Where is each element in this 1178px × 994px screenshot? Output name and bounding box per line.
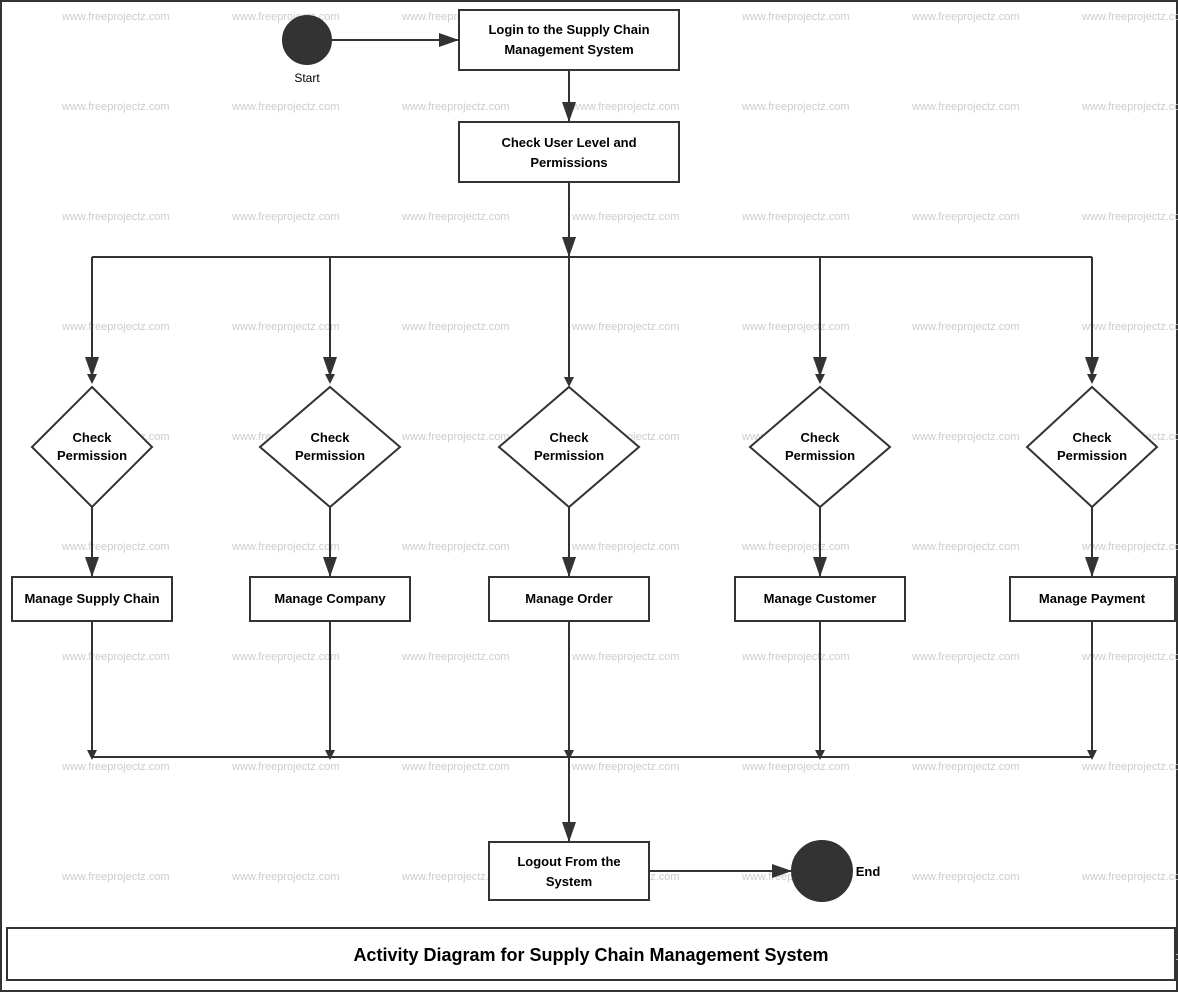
svg-text:www.freeprojectz.com: www.freeprojectz.com xyxy=(911,11,1020,23)
start-label: Start xyxy=(294,71,320,85)
diamond1-label1: Check xyxy=(72,430,112,445)
svg-text:www.freeprojectz.com: www.freeprojectz.com xyxy=(911,761,1020,773)
svg-text:www.freeprojectz.com: www.freeprojectz.com xyxy=(401,761,510,773)
svg-text:www.freeprojectz.com: www.freeprojectz.com xyxy=(571,101,680,113)
logout-label2: System xyxy=(546,874,592,889)
diagram-container: www.freeprojectz.com www.freeprojectz.co… xyxy=(0,0,1178,992)
svg-text:www.freeprojectz.com: www.freeprojectz.com xyxy=(911,211,1020,223)
svg-text:www.freeprojectz.com: www.freeprojectz.com xyxy=(911,871,1020,883)
svg-text:www.freeprojectz.com: www.freeprojectz.com xyxy=(571,321,680,333)
diamond1-label2: Permission xyxy=(57,448,127,463)
svg-text:www.freeprojectz.com: www.freeprojectz.com xyxy=(571,211,680,223)
svg-text:www.freeprojectz.com: www.freeprojectz.com xyxy=(231,321,340,333)
svg-text:www.freeprojectz.com: www.freeprojectz.com xyxy=(741,101,850,113)
end-label: End xyxy=(856,864,881,879)
manage-payment-label: Manage Payment xyxy=(1039,591,1146,606)
logout-box xyxy=(489,842,649,900)
svg-text:www.freeprojectz.com: www.freeprojectz.com xyxy=(231,211,340,223)
svg-text:www.freeprojectz.com: www.freeprojectz.com xyxy=(231,651,340,663)
svg-text:www.freeprojectz.com: www.freeprojectz.com xyxy=(741,211,850,223)
svg-text:www.freeprojectz.com: www.freeprojectz.com xyxy=(1081,11,1178,23)
svg-text:www.freeprojectz.com: www.freeprojectz.com xyxy=(401,211,510,223)
svg-text:www.freeprojectz.com: www.freeprojectz.com xyxy=(61,761,170,773)
svg-text:www.freeprojectz.com: www.freeprojectz.com xyxy=(1081,211,1178,223)
svg-text:www.freeprojectz.com: www.freeprojectz.com xyxy=(741,651,850,663)
svg-text:www.freeprojectz.com: www.freeprojectz.com xyxy=(1081,541,1178,553)
diamond3-label2: Permission xyxy=(534,448,604,463)
svg-text:www.freeprojectz.com: www.freeprojectz.com xyxy=(1081,761,1178,773)
login-label-1: Login to the Supply Chain xyxy=(488,22,649,37)
svg-text:www.freeprojectz.com: www.freeprojectz.com xyxy=(61,541,170,553)
svg-text:www.freeprojectz.com: www.freeprojectz.com xyxy=(911,321,1020,333)
svg-text:www.freeprojectz.com: www.freeprojectz.com xyxy=(231,101,340,113)
footer-title: Activity Diagram for Supply Chain Manage… xyxy=(353,945,828,965)
svg-text:www.freeprojectz.com: www.freeprojectz.com xyxy=(401,101,510,113)
check-label-2: Permissions xyxy=(530,155,607,170)
manage-supply-chain-label: Manage Supply Chain xyxy=(24,591,159,606)
manage-order-label: Manage Order xyxy=(525,591,612,606)
svg-text:www.freeprojectz.com: www.freeprojectz.com xyxy=(571,761,680,773)
svg-text:www.freeprojectz.com: www.freeprojectz.com xyxy=(571,541,680,553)
svg-text:www.freeprojectz.com: www.freeprojectz.com xyxy=(231,871,340,883)
svg-text:www.freeprojectz.com: www.freeprojectz.com xyxy=(61,101,170,113)
check-label-1: Check User Level and xyxy=(501,135,636,150)
diamond3 xyxy=(499,387,639,507)
manage-customer-label: Manage Customer xyxy=(764,591,877,606)
svg-text:www.freeprojectz.com: www.freeprojectz.com xyxy=(61,871,170,883)
order-down-arrow xyxy=(564,750,574,760)
login-label-2: Management System xyxy=(504,42,633,57)
svg-text:www.freeprojectz.com: www.freeprojectz.com xyxy=(741,541,850,553)
cust-down-arrow xyxy=(815,750,825,760)
svg-text:www.freeprojectz.com: www.freeprojectz.com xyxy=(911,431,1020,443)
svg-text:www.freeprojectz.com: www.freeprojectz.com xyxy=(741,11,850,23)
svg-text:www.freeprojectz.com: www.freeprojectz.com xyxy=(741,321,850,333)
manage-company-label: Manage Company xyxy=(274,591,386,606)
comp-down-arrow xyxy=(325,750,335,760)
svg-text:www.freeprojectz.com: www.freeprojectz.com xyxy=(911,651,1020,663)
svg-text:www.freeprojectz.com: www.freeprojectz.com xyxy=(1081,321,1178,333)
arrow2-head xyxy=(325,374,335,384)
pay-down-arrow xyxy=(1087,750,1097,760)
svg-text:www.freeprojectz.com: www.freeprojectz.com xyxy=(231,541,340,553)
diamond5-label1: Check xyxy=(1072,430,1112,445)
svg-text:www.freeprojectz.com: www.freeprojectz.com xyxy=(401,541,510,553)
arrow5-head xyxy=(1087,374,1097,384)
diamond2-label2: Permission xyxy=(295,448,365,463)
diamond1 xyxy=(32,387,152,507)
diamond2 xyxy=(260,387,400,507)
diamond5 xyxy=(1027,387,1157,507)
svg-text:www.freeprojectz.com: www.freeprojectz.com xyxy=(401,651,510,663)
diamond2-label1: Check xyxy=(310,430,350,445)
svg-text:www.freeprojectz.com: www.freeprojectz.com xyxy=(1081,651,1178,663)
arrow1-head xyxy=(87,374,97,384)
svg-text:www.freeprojectz.com: www.freeprojectz.com xyxy=(401,431,510,443)
arrow3-head xyxy=(564,377,574,387)
svg-text:www.freeprojectz.com: www.freeprojectz.com xyxy=(61,11,170,23)
svg-text:www.freeprojectz.com: www.freeprojectz.com xyxy=(741,761,850,773)
logout-label1: Logout From the xyxy=(517,854,620,869)
svg-text:www.freeprojectz.com: www.freeprojectz.com xyxy=(1081,101,1178,113)
svg-text:www.freeprojectz.com: www.freeprojectz.com xyxy=(61,211,170,223)
sc-down-arrow xyxy=(87,750,97,760)
svg-text:www.freeprojectz.com: www.freeprojectz.com xyxy=(231,761,340,773)
diamond4 xyxy=(750,387,890,507)
diamond4-label2: Permission xyxy=(785,448,855,463)
svg-text:www.freeprojectz.com: www.freeprojectz.com xyxy=(401,321,510,333)
login-box xyxy=(459,10,679,70)
diamond5-label2: Permission xyxy=(1057,448,1127,463)
start-node xyxy=(283,16,331,64)
diamond4-label1: Check xyxy=(800,430,840,445)
svg-text:www.freeprojectz.com: www.freeprojectz.com xyxy=(911,101,1020,113)
check-permissions-box xyxy=(459,122,679,182)
end-node xyxy=(792,841,852,901)
svg-text:www.freeprojectz.com: www.freeprojectz.com xyxy=(571,651,680,663)
svg-text:www.freeprojectz.com: www.freeprojectz.com xyxy=(61,651,170,663)
arrow4-head xyxy=(815,374,825,384)
diamond3-label1: Check xyxy=(549,430,589,445)
svg-text:www.freeprojectz.com: www.freeprojectz.com xyxy=(911,541,1020,553)
svg-text:www.freeprojectz.com: www.freeprojectz.com xyxy=(1081,871,1178,883)
svg-text:www.freeprojectz.com: www.freeprojectz.com xyxy=(61,321,170,333)
